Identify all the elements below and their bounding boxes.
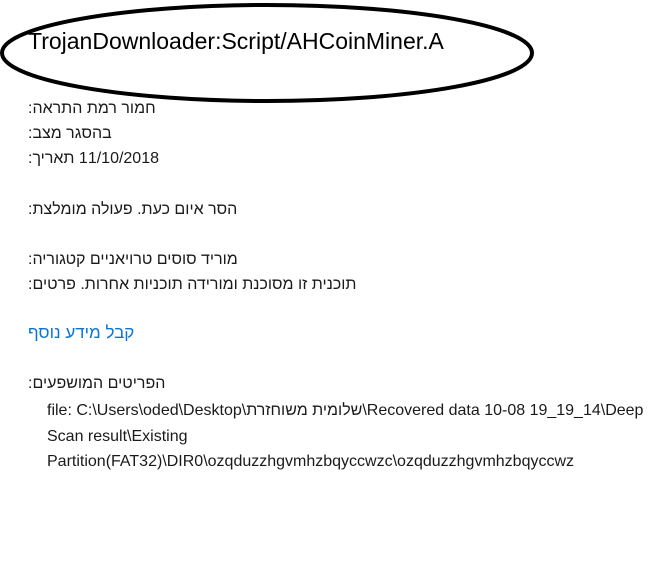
status: בהסגר מצב:	[28, 125, 112, 142]
more-info-link[interactable]: קבל מידע נוסף	[28, 323, 134, 343]
date: 11/10/2018 תאריך:	[28, 150, 159, 167]
affected-items-label: הפריטים המושפעים:	[28, 375, 166, 392]
description: תוכנית זו מסוכנת ומורידה תוכניות אחרות. …	[28, 276, 357, 293]
threat-title: TrojanDownloader:Script/AHCoinMiner.A	[28, 28, 444, 54]
annotation-ellipse	[0, 3, 534, 103]
recommended-action: הסר איום כעת. פעולה מומלצת:	[28, 201, 238, 218]
affected-item-path: file: C:\Users\oded\Desktop\שלומית משוחז…	[47, 402, 644, 470]
category: מוריד סוסים טרויאניים קטגוריה:	[28, 251, 238, 268]
alert-level: חמור רמת התראה:	[28, 100, 156, 117]
